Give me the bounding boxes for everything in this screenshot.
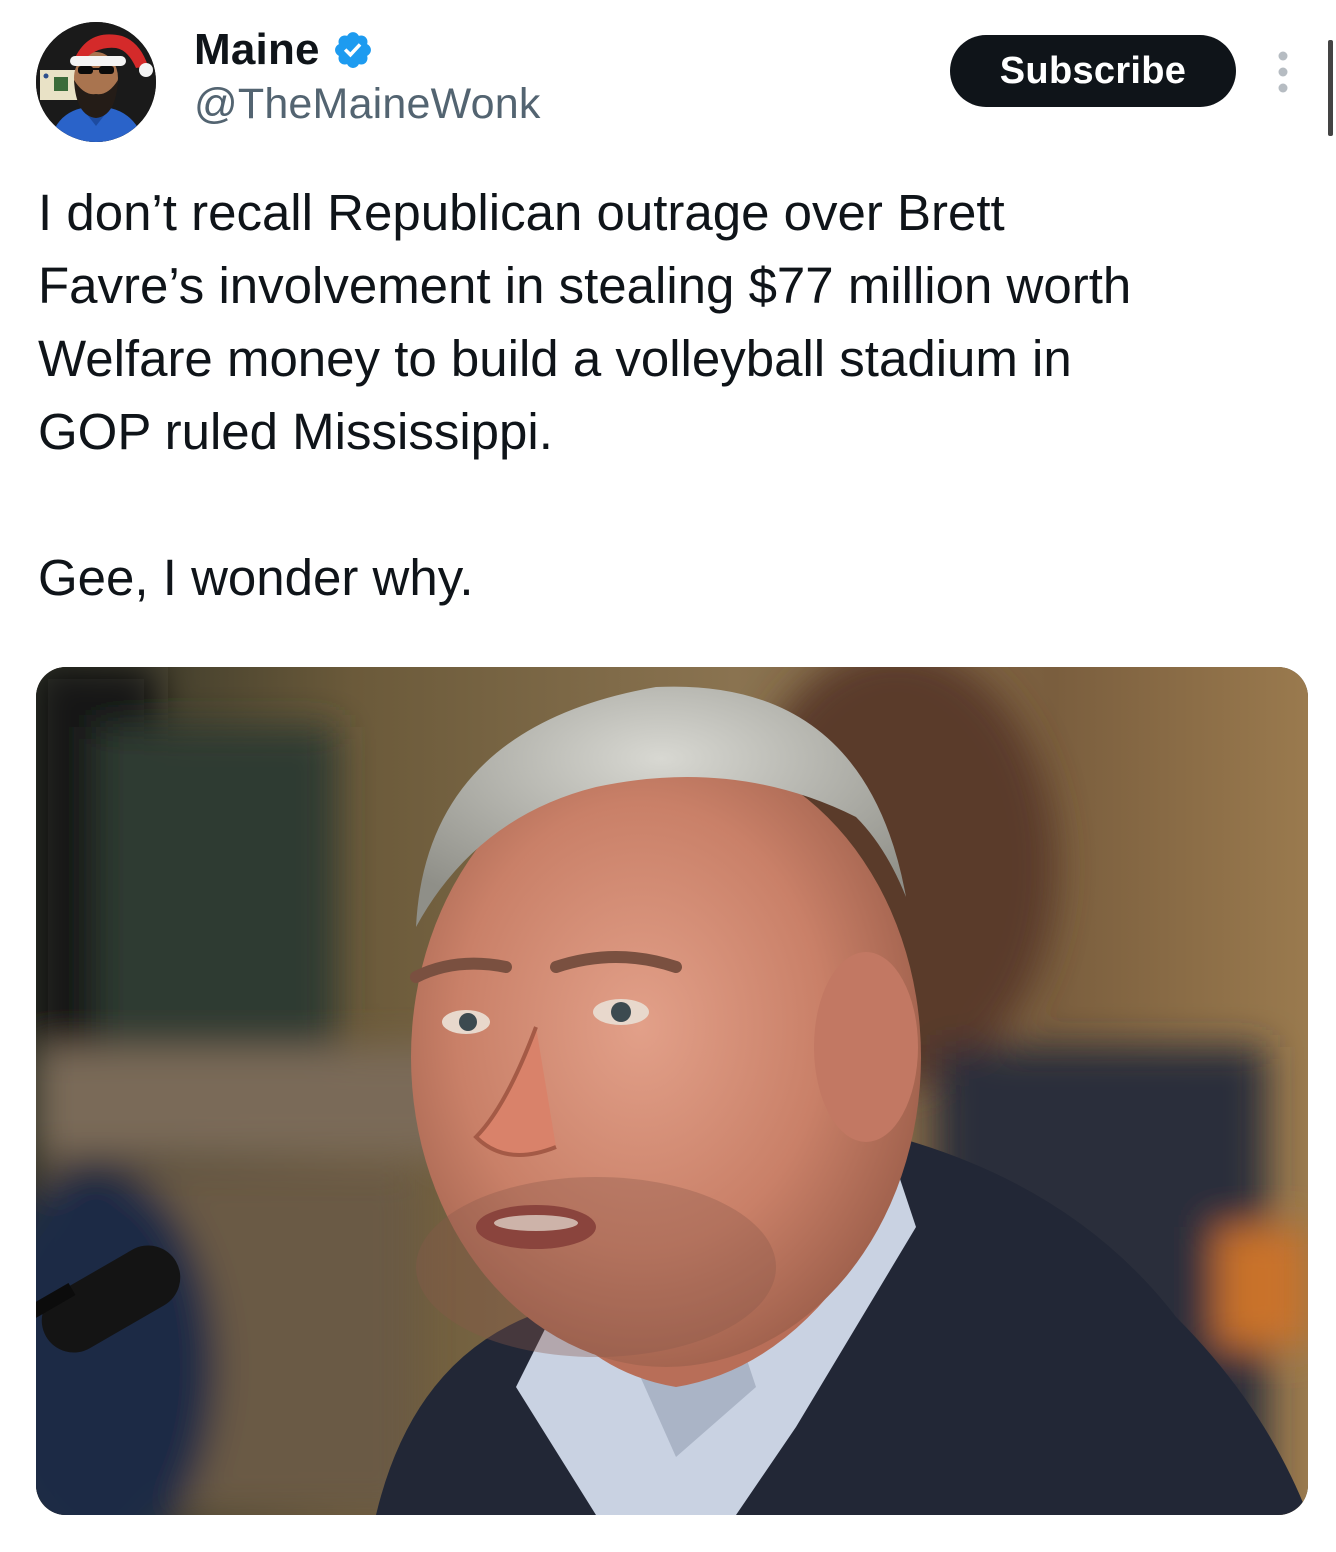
- tweet-text: I don’t recall Republican outrage over B…: [38, 176, 1308, 614]
- tweet-text-line: GOP ruled Mississippi.: [38, 403, 553, 460]
- subscribe-button[interactable]: Subscribe: [950, 35, 1236, 107]
- avatar-image: [36, 22, 156, 142]
- tweet-text-line: Favre’s involvement in stealing $77 mill…: [38, 257, 1132, 314]
- tweet-photo[interactable]: [36, 667, 1308, 1515]
- verified-badge-icon[interactable]: [332, 29, 374, 71]
- handle[interactable]: @TheMaineWonk: [194, 80, 541, 129]
- tweet-text-closing: Gee, I wonder why.: [38, 549, 474, 606]
- photo-image: [36, 667, 1308, 1515]
- avatar[interactable]: [36, 22, 156, 142]
- display-name-row: Maine: [194, 24, 374, 76]
- tweet-text-line: I don’t recall Republican outrage over B…: [38, 184, 1005, 241]
- more-vertical-icon[interactable]: [1268, 48, 1298, 96]
- display-name[interactable]: Maine: [194, 25, 320, 75]
- scrollbar[interactable]: [1328, 40, 1333, 136]
- tweet-text-line: Welfare money to build a volleyball stad…: [38, 330, 1072, 387]
- tweet: Maine @TheMaineWonk Subscribe I don’t re…: [0, 0, 1336, 1552]
